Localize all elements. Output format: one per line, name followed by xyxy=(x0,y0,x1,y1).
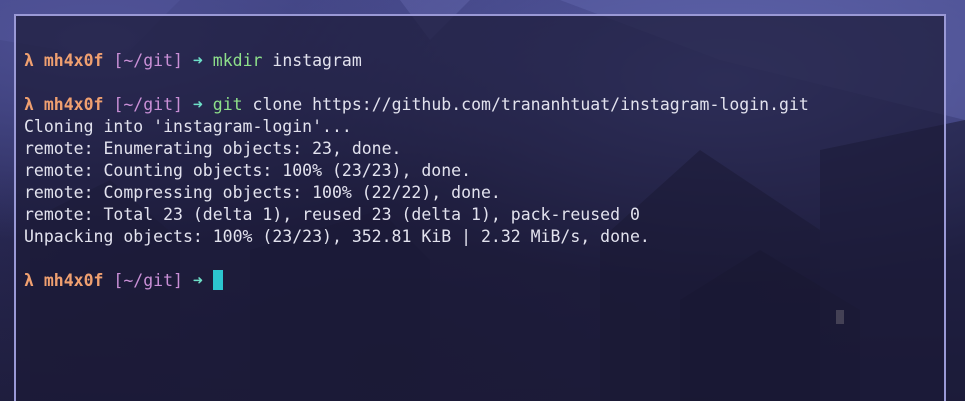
output-line: Unpacking objects: 100% (23/23), 352.81 … xyxy=(24,227,650,246)
command-name: git xyxy=(212,95,243,114)
prompt-dir: [~/git] xyxy=(113,51,183,70)
prompt-dir: [~/git] xyxy=(113,271,183,290)
output-line: remote: Counting objects: 100% (23/23), … xyxy=(24,161,472,180)
prompt-arrow: ➜ xyxy=(192,271,203,290)
output-line: remote: Enumerating objects: 23, done. xyxy=(24,139,402,158)
command-args: clone https://github.com/trananhtuat/ins… xyxy=(252,95,809,114)
terminal-window[interactable]: λ mh4x0f [~/git] ➜ mkdir instagram λ mh4… xyxy=(14,14,946,401)
active-prompt-line[interactable]: λ mh4x0f [~/git] ➜ xyxy=(24,270,936,292)
command-args: instagram xyxy=(272,51,362,70)
terminal-output: λ mh4x0f [~/git] ➜ mkdir instagram λ mh4… xyxy=(24,50,936,292)
command-line-1: λ mh4x0f [~/git] ➜ mkdir instagram xyxy=(24,50,936,72)
prompt-lambda: λ xyxy=(24,51,34,70)
output-line: remote: Compressing objects: 100% (22/22… xyxy=(24,183,501,202)
output-line: remote: Total 23 (delta 1), reused 23 (d… xyxy=(24,205,640,224)
command-line-2: λ mh4x0f [~/git] ➜ git clone https://git… xyxy=(24,94,936,116)
command-name: mkdir xyxy=(212,51,263,70)
prompt-user: mh4x0f xyxy=(43,95,104,114)
prompt-user: mh4x0f xyxy=(43,51,104,70)
prompt-lambda: λ xyxy=(24,95,34,114)
prompt-lambda: λ xyxy=(24,271,34,290)
prompt-user: mh4x0f xyxy=(43,271,104,290)
prompt-arrow: ➜ xyxy=(192,95,203,114)
text-cursor[interactable] xyxy=(212,270,223,290)
output-line: Cloning into 'instagram-login'... xyxy=(24,117,352,136)
prompt-dir: [~/git] xyxy=(113,95,183,114)
prompt-arrow: ➜ xyxy=(192,51,203,70)
